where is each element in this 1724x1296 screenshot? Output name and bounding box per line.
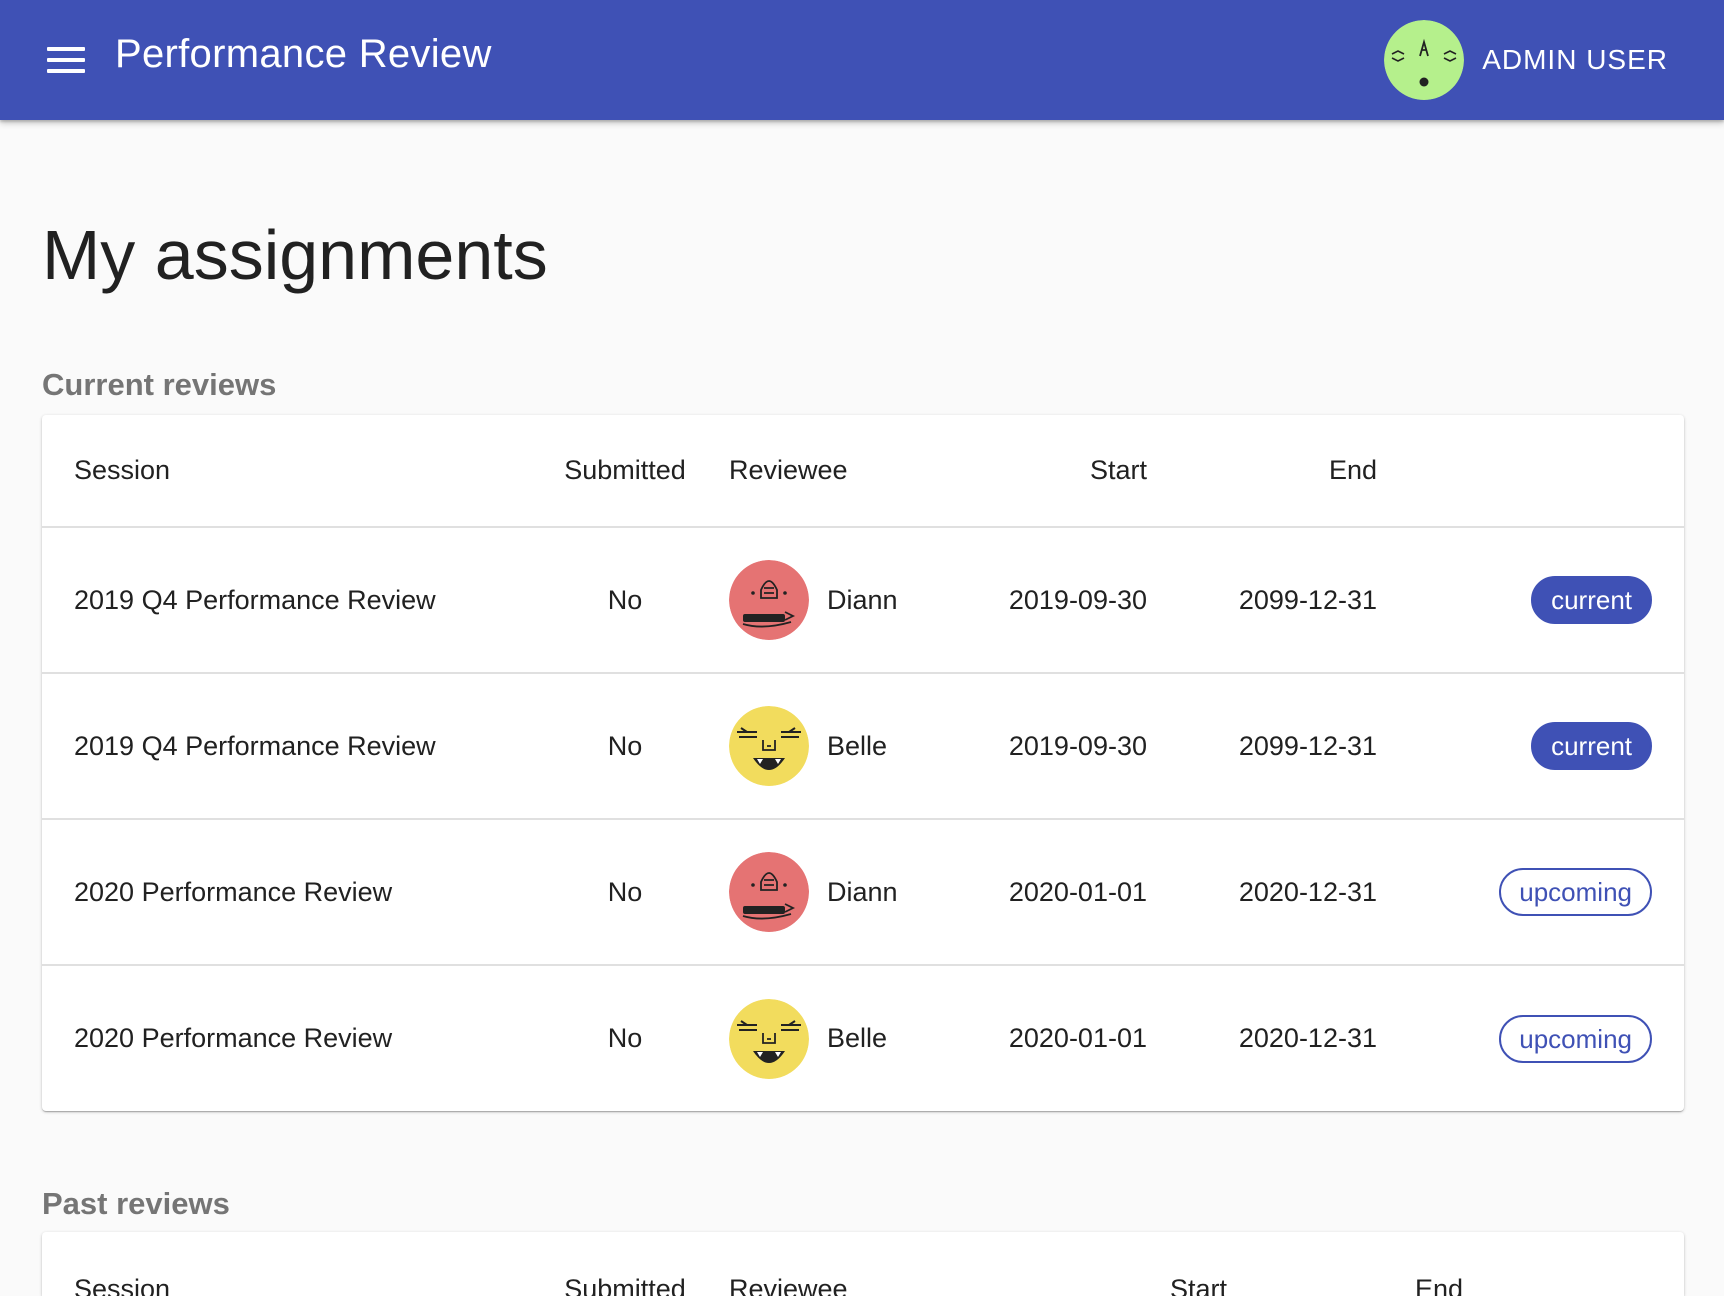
column-header-end[interactable]: End	[1147, 415, 1377, 528]
menu-icon[interactable]	[36, 36, 96, 84]
end-cell: 2020-12-31	[1238, 1023, 1377, 1053]
user-menu[interactable]: ADMIN USER	[1384, 16, 1668, 104]
user-name: ADMIN USER	[1482, 44, 1668, 75]
column-header-session[interactable]: Session	[42, 415, 529, 528]
reviewee-cell: Belle	[721, 673, 967, 820]
end-cell: 2099-12-31	[1147, 673, 1377, 820]
status-cell: current	[1377, 527, 1684, 674]
past-reviews-heading: Past reviews	[42, 1186, 230, 1221]
session-cell: 2020 Performance Review	[74, 1023, 393, 1053]
column-header-session[interactable]: Session	[42, 1232, 529, 1296]
reviewee-avatar	[729, 998, 809, 1079]
status-cell: current	[1377, 673, 1684, 820]
status-badge[interactable]: upcoming	[1499, 1014, 1652, 1063]
table-row[interactable]: 2020 Performance Review No	[42, 819, 1684, 966]
reviewee-cell: Diann	[721, 527, 967, 674]
past-reviews-table: Session Submitted Reviewee Start End	[42, 1232, 1684, 1296]
table-row[interactable]: 2019 Q4 Performance Review No	[42, 673, 1684, 820]
reviewee-cell: Diann	[721, 819, 967, 966]
status-cell: upcoming	[1377, 819, 1684, 966]
user-avatar	[1384, 20, 1465, 100]
session-cell: 2020 Performance Review	[42, 819, 529, 966]
app-bar: Performance Review ADMIN USER	[0, 0, 1724, 120]
status-cell: upcoming	[1377, 965, 1684, 1111]
status-badge[interactable]: upcoming	[1499, 868, 1652, 916]
current-reviews-heading: Current reviews	[42, 367, 277, 402]
submitted-cell: No	[529, 673, 721, 820]
end-cell: 2020-12-31	[1147, 819, 1377, 966]
reviewee-avatar	[729, 706, 809, 786]
start-cell: 2020-01-01	[1008, 1023, 1147, 1053]
reviewee-cell: Belle	[721, 965, 967, 1111]
reviewee-name: Diann	[827, 584, 898, 615]
reviewee-name: Belle	[827, 730, 888, 761]
column-header-submitted[interactable]: Submitted	[529, 415, 721, 528]
current-reviews-table: Session Submitted Reviewee Start End 201…	[42, 415, 1684, 1111]
column-header-reviewee[interactable]: Reviewee	[721, 1232, 967, 1296]
page-title: My assignments	[42, 216, 548, 294]
table-header-row: Session Submitted Reviewee Start End	[42, 1232, 1684, 1296]
start-cell: 2019-09-30	[967, 527, 1147, 674]
column-header-reviewee[interactable]: Reviewee	[721, 415, 967, 528]
end-cell: 2099-12-31	[1147, 527, 1377, 674]
reviewee-avatar	[729, 852, 809, 932]
session-cell: 2019 Q4 Performance Review	[42, 673, 529, 820]
reviewee-name: Belle	[827, 1023, 888, 1053]
table-row[interactable]: 2020 Performance Review No	[42, 965, 1684, 1111]
column-header-status	[1377, 415, 1684, 528]
table-header-row: Session Submitted Reviewee Start End	[42, 415, 1684, 528]
column-header-end[interactable]: End	[1227, 1232, 1463, 1296]
column-header-status	[1463, 1232, 1684, 1296]
reviewee-name: Diann	[827, 876, 898, 907]
submitted-cell: No	[529, 527, 721, 674]
status-badge[interactable]: current	[1531, 576, 1652, 624]
table-row[interactable]: 2019 Q4 Performance Review No	[42, 527, 1684, 674]
start-cell: 2019-09-30	[967, 673, 1147, 820]
start-cell: 2020-01-01	[967, 819, 1147, 966]
app-title: Performance Review	[115, 32, 492, 76]
reviewee-avatar	[729, 560, 809, 640]
column-header-start[interactable]: Start	[967, 415, 1147, 528]
column-header-submitted[interactable]: Submitted	[529, 1232, 721, 1296]
submitted-cell: No	[529, 819, 721, 966]
submitted-cell: No	[607, 1023, 643, 1053]
session-cell: 2019 Q4 Performance Review	[42, 527, 529, 674]
status-badge[interactable]: current	[1531, 722, 1652, 770]
column-header-start[interactable]: Start	[967, 1232, 1227, 1296]
